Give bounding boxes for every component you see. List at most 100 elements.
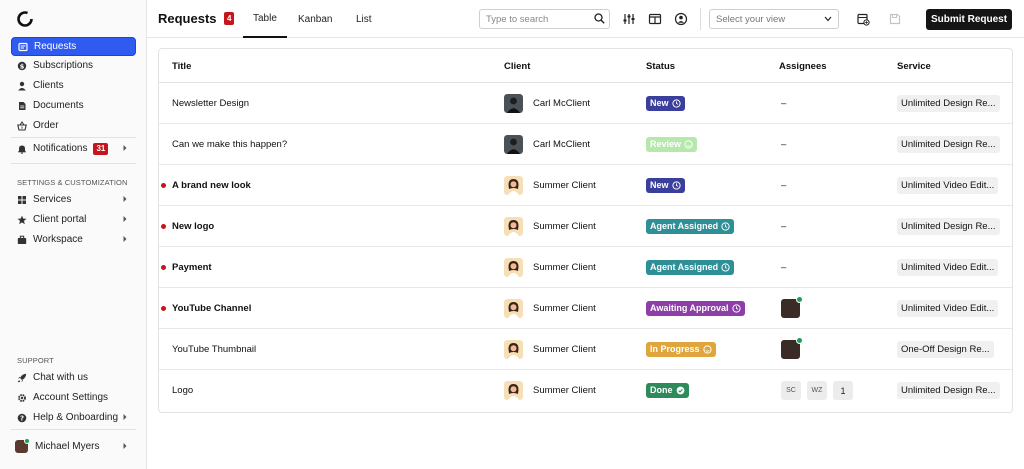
service-chip[interactable]: Unlimited Design Re... (897, 95, 1000, 112)
client-cell[interactable]: Summer Client (504, 329, 596, 370)
section-label-settings: SETTINGS & CUSTOMIZATION (17, 178, 128, 187)
app-logo-icon[interactable] (16, 10, 34, 28)
sidebar-item-label: Account Settings (33, 392, 109, 403)
column-header-service[interactable]: Service (897, 61, 931, 72)
assignees-cell[interactable]: SC WZ 1 (781, 370, 859, 411)
request-title-cell[interactable]: Logo (172, 370, 193, 411)
service-chip[interactable]: Unlimited Design Re... (897, 382, 1000, 399)
inbox-icon (18, 42, 28, 52)
sidebar-item-chat[interactable]: Chat with us (11, 368, 136, 387)
submit-request-button[interactable]: Submit Request (926, 9, 1012, 30)
client-cell[interactable]: Summer Client (504, 370, 596, 411)
sidebar-item-clients[interactable]: Clients (11, 76, 136, 95)
request-title-cell[interactable]: A brand new look (161, 165, 251, 206)
column-header-client[interactable]: Client (504, 61, 530, 72)
column-header-status[interactable]: Status (646, 61, 675, 72)
assignees-cell[interactable]: – (781, 83, 786, 124)
request-title-cell[interactable]: Newsletter Design (172, 83, 249, 124)
column-header-assignees[interactable]: Assignees (779, 61, 827, 72)
table-row[interactable]: YouTube Thumbnail Summer Client In Progres… (159, 329, 1012, 370)
service-chip[interactable]: Unlimited Video Edit... (897, 177, 999, 194)
client-avatar (504, 217, 523, 236)
sidebar-item-notifications[interactable]: Notifications 31 (11, 139, 136, 158)
status-label: Agent Assigned (650, 221, 719, 231)
service-chip[interactable]: Unlimited Video Edit... (897, 259, 999, 276)
chevron-right-icon (123, 236, 127, 242)
sidebar-item-requests[interactable]: Requests (11, 37, 136, 56)
status-label: New (650, 180, 669, 190)
status-badge[interactable]: In Progress (646, 342, 716, 357)
assignees-cell[interactable] (781, 288, 803, 329)
status-badge[interactable]: New (646, 178, 685, 193)
assignees-cell[interactable] (781, 329, 803, 370)
table-row[interactable]: YouTube Channel Summer Client Awaiting App… (159, 288, 1012, 329)
service-chip[interactable]: Unlimited Video Edit... (897, 300, 999, 317)
status-badge[interactable]: New (646, 96, 685, 111)
sidebar-item-order[interactable]: Order (11, 116, 136, 135)
status-smile-icon (700, 345, 712, 354)
table-row[interactable]: Can we make this happen? Carl McClient Rev… (159, 124, 1012, 165)
status-badge[interactable]: Agent Assigned (646, 260, 735, 275)
floppy-disk-icon[interactable] (888, 12, 902, 26)
search-input[interactable] (479, 9, 610, 29)
view-select[interactable]: Select your view (709, 9, 839, 29)
save-view-icon[interactable] (856, 12, 870, 26)
service-chip[interactable]: One-Off Design Re... (897, 341, 994, 358)
assignee-initials-avatar[interactable]: SC (781, 381, 801, 400)
client-cell[interactable]: Summer Client (504, 247, 596, 288)
status-badge[interactable]: Awaiting Approval (646, 301, 745, 316)
assignee-more-count[interactable]: 1 (833, 381, 853, 400)
avatar[interactable] (781, 296, 803, 318)
tab-kanban[interactable]: Kanban (298, 0, 332, 38)
sidebar-item-label: Client portal (33, 214, 87, 225)
assignee-initials-avatar[interactable]: WZ (807, 381, 827, 400)
search-icon[interactable] (594, 13, 605, 24)
sidebar-item-client-portal[interactable]: Client portal (11, 210, 136, 229)
client-cell[interactable]: Carl McClient (504, 124, 590, 165)
assignees-cell[interactable]: – (781, 124, 786, 165)
request-title-cell[interactable]: YouTube Thumbnail (172, 329, 256, 370)
client-cell[interactable]: Carl McClient (504, 83, 590, 124)
tab-list[interactable]: List (356, 0, 372, 38)
table-row[interactable]: Payment Summer Client Agent Assigned – Unlim… (159, 247, 1012, 288)
question-icon: ? (17, 413, 27, 423)
user-circle-icon[interactable] (674, 12, 688, 26)
client-cell[interactable]: Summer Client (504, 288, 596, 329)
sidebar-item-account-settings[interactable]: Account Settings (11, 388, 136, 407)
request-title: New logo (172, 221, 215, 232)
table-row[interactable]: Newsletter Design Carl McClient New – Unlimi… (159, 83, 1012, 124)
online-status-dot (796, 337, 803, 344)
user-menu[interactable]: Michael Myers (11, 437, 136, 456)
sidebar-item-subscriptions[interactable]: $ Subscriptions (11, 56, 136, 75)
assignees-cell[interactable]: – (781, 165, 786, 206)
column-header-title[interactable]: Title (172, 61, 191, 72)
client-cell[interactable]: Summer Client (504, 206, 596, 247)
request-title-cell[interactable]: YouTube Channel (161, 288, 251, 329)
avatar[interactable] (781, 337, 803, 359)
request-title: Newsletter Design (172, 98, 250, 109)
assignees-cell[interactable]: – (781, 247, 786, 288)
status-badge[interactable]: Agent Assigned (646, 219, 735, 234)
request-title-cell[interactable]: Can we make this happen? (172, 124, 287, 165)
sidebar-item-help[interactable]: ? Help & Onboarding (11, 408, 136, 427)
columns-layout-icon[interactable] (648, 12, 662, 26)
status-badge[interactable]: Done (646, 383, 689, 398)
table-row[interactable]: Logo Summer Client Done SC WZ 1 Unlimited Desi… (159, 370, 1012, 411)
client-cell[interactable]: Summer Client (504, 165, 596, 206)
sidebar-item-documents[interactable]: Documents (11, 96, 136, 115)
client-name: Summer Client (533, 180, 596, 191)
sidebar-item-workspace[interactable]: Workspace (11, 230, 136, 249)
request-title-cell[interactable]: Payment (161, 247, 212, 288)
unread-indicator (161, 224, 166, 229)
tab-table[interactable]: Table (243, 0, 287, 38)
request-title-cell[interactable]: New logo (161, 206, 215, 247)
table-row[interactable]: A brand new look Summer Client New – Unlimit… (159, 165, 1012, 206)
sidebar-item-services[interactable]: Services (11, 190, 136, 209)
filter-sliders-icon[interactable] (622, 12, 636, 26)
assignees-cell[interactable]: – (781, 206, 786, 247)
client-avatar (504, 94, 523, 113)
service-chip[interactable]: Unlimited Design Re... (897, 218, 1000, 235)
service-chip[interactable]: Unlimited Design Re... (897, 136, 1000, 153)
status-badge[interactable]: Review (646, 137, 698, 152)
table-row[interactable]: New logo Summer Client Agent Assigned – Unli… (159, 206, 1012, 247)
